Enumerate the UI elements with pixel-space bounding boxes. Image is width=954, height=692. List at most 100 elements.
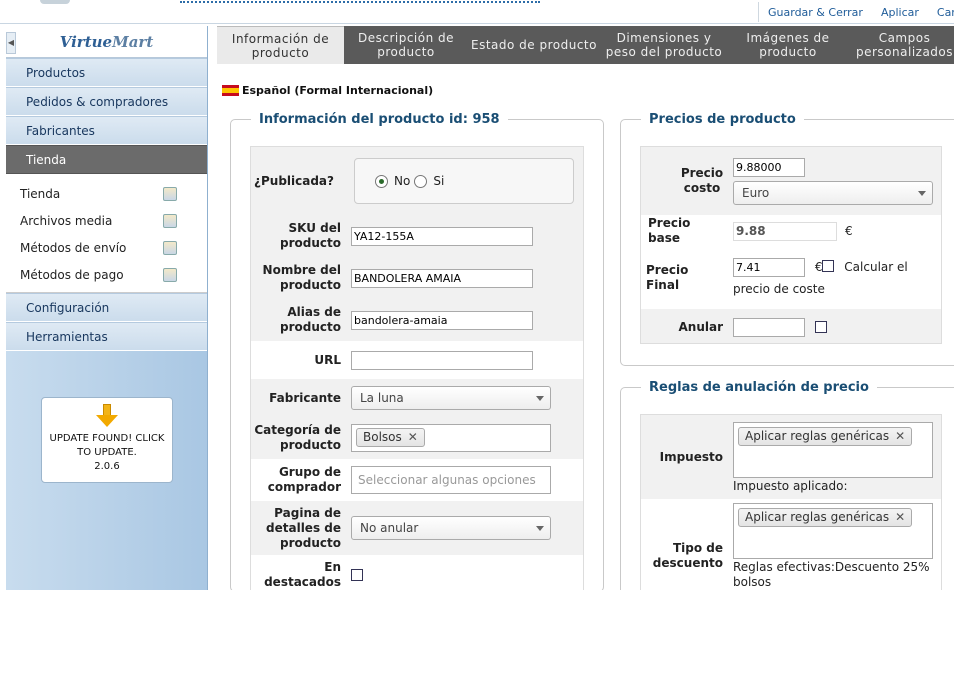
toolbar: Guardar & Cerrar Aplicar Cancela (758, 2, 954, 22)
tab-label: producto (377, 45, 435, 59)
tab-campos[interactable]: Campos personalizados (848, 26, 954, 64)
override-row: Anular (641, 309, 941, 345)
final-price-currency: € (814, 260, 823, 274)
sidebar-item-configuracion[interactable]: Configuración (6, 293, 207, 322)
discount-controls: Aplicar reglas genéricas ✕ Reglas efectiv… (733, 503, 933, 590)
tax-rules-multiselect[interactable]: Aplicar reglas genéricas ✕ (733, 421, 933, 478)
final-price-input[interactable] (733, 258, 805, 277)
cost-price-input[interactable] (733, 157, 805, 177)
published-row: ¿Publicada? No Si (251, 147, 583, 215)
manufacturer-row: Fabricante La luna (251, 379, 583, 417)
sidebar-item-productos[interactable]: Productos (6, 58, 207, 87)
product-tabs: Información de producto Descripción de pro… (217, 26, 954, 64)
tax-applied-note: Impuesto aplicado: (733, 478, 848, 493)
alias-input[interactable] (351, 310, 533, 330)
shopper-group-multiselect[interactable]: Seleccionar algunas opciones (351, 466, 551, 494)
sidebar-item-pedidos[interactable]: Pedidos & compradores (6, 87, 207, 116)
url-input[interactable] (351, 350, 533, 370)
calculate-cost-label: Calcular el (844, 260, 908, 274)
discount-rule-chip: Aplicar reglas genéricas ✕ (738, 508, 913, 527)
tab-dimensiones[interactable]: Dimensiones y peso del producto (600, 26, 728, 64)
group-row: Grupo de comprador Seleccionar algunas op… (251, 459, 583, 501)
media-files-icon (163, 213, 177, 228)
chevron-down-icon (918, 190, 926, 196)
chevron-down-icon (536, 396, 544, 401)
update-line2: TO UPDATE. (77, 447, 137, 458)
product-info-legend: Información del producto id: 958 (259, 112, 500, 127)
prices-table: Preciocosto Euro Precio base € Precio Fi… (640, 146, 942, 344)
published-yes-radio[interactable] (414, 174, 428, 188)
store-icon (163, 186, 177, 201)
override-price-input[interactable] (733, 317, 805, 337)
override-label: Anular (678, 319, 723, 334)
tax-controls: Aplicar reglas genéricas ✕ Impuesto aplic… (733, 421, 933, 493)
update-notice-button[interactable]: UPDATE FOUND! CLICK TO UPDATE. 2.0.6 (41, 397, 173, 483)
sidebar-item-herramientas[interactable]: Herramientas (6, 322, 207, 351)
apply-button[interactable]: Aplicar (872, 6, 928, 19)
override-checkbox[interactable] (815, 321, 827, 333)
collapse-sidebar-icon[interactable]: ◀ (6, 32, 16, 54)
submenu-item-tienda[interactable]: Tienda (6, 180, 207, 207)
sku-input[interactable] (351, 226, 533, 246)
product-name-input[interactable] (351, 268, 533, 288)
price-rules-table: Impuesto Aplicar reglas genéricas ✕ Impue… (640, 414, 942, 590)
virtuemart-logo: VirtueMart (59, 32, 154, 51)
remove-chip-icon[interactable]: ✕ (408, 430, 418, 444)
chip-label: Bolsos (363, 430, 402, 444)
submenu-label: Archivos media (20, 213, 113, 228)
category-multiselect[interactable]: Bolsos ✕ (351, 424, 551, 452)
name-row: Nombre del producto (251, 257, 583, 299)
featured-label: En destacados (264, 560, 341, 589)
manufacturer-label: Fabricante (269, 390, 341, 405)
submenu-item-shipping[interactable]: Métodos de envío (6, 234, 207, 261)
remove-chip-icon[interactable]: ✕ (895, 510, 905, 524)
tienda-submenu: Tienda Archivos media Métodos de envío M… (6, 174, 207, 293)
language-label: Español (Formal Internacional) (242, 84, 434, 97)
truck-icon (163, 240, 177, 255)
tab-descripcion[interactable]: Descripción de producto (344, 26, 468, 64)
remove-chip-icon[interactable]: ✕ (895, 429, 905, 443)
name-label: Nombre del producto (262, 263, 341, 292)
cancel-button[interactable]: Cancela (928, 6, 954, 19)
update-version: 2.0.6 (94, 461, 120, 472)
currency-select[interactable]: Euro (733, 180, 933, 205)
detail-page-select[interactable]: No anular (351, 516, 551, 540)
tab-estado[interactable]: Estado de producto (468, 26, 600, 64)
discount-rules-multiselect[interactable]: Aplicar reglas genéricas ✕ (733, 503, 933, 559)
spain-flag-icon (222, 85, 239, 96)
payment-icon (163, 267, 177, 282)
published-label: ¿Publicada? (254, 173, 334, 188)
tab-label: Descripción de (357, 31, 455, 45)
tab-label: Información de (231, 31, 330, 46)
site-logo-fragment (40, 0, 70, 4)
final-price-row: Precio Final € Calcular el precio de cos… (641, 247, 941, 309)
save-close-button[interactable]: Guardar & Cerrar (759, 6, 872, 19)
manufacturer-select[interactable]: La luna (351, 386, 551, 410)
base-price-currency: € (845, 224, 853, 238)
tab-label: producto (759, 45, 817, 59)
sidebar: ◀ VirtueMart Productos Pedidos & comprad… (6, 26, 208, 590)
discount-row: Tipo de descuento Aplicar reglas genérica… (641, 499, 941, 590)
featured-checkbox[interactable] (351, 569, 363, 581)
detail-page-row: Pagina de detalles de producto No anular (251, 501, 583, 555)
submenu-label: Métodos de envío (20, 240, 127, 255)
calculate-cost-checkbox[interactable] (822, 260, 835, 272)
submenu-item-payment[interactable]: Métodos de pago (6, 261, 207, 288)
sidebar-item-tienda[interactable]: Tienda (6, 145, 207, 174)
tax-rule-chip: Aplicar reglas genéricas ✕ (738, 426, 913, 446)
detail-page-label: Pagina de detalles de producto (266, 505, 341, 550)
update-line1: UPDATE FOUND! CLICK (49, 433, 165, 444)
sidebar-logo: ◀ VirtueMart (6, 26, 207, 58)
chip-label: Aplicar reglas genéricas (745, 428, 890, 443)
tab-imagenes[interactable]: Imágenes de producto (728, 26, 848, 64)
alias-label: Alias de producto (280, 305, 341, 334)
chip-label: Aplicar reglas genéricas (745, 510, 890, 524)
effective-rules-note: Reglas efectivas:Descuento 25% bolsos (733, 560, 930, 589)
tab-label: producto (251, 45, 310, 60)
category-row: Categoría de producto Bolsos ✕ (251, 417, 583, 459)
submenu-item-media[interactable]: Archivos media (6, 207, 207, 234)
published-no-radio[interactable] (375, 174, 388, 188)
tab-informacion[interactable]: Información de producto (217, 26, 344, 64)
sidebar-item-fabricantes[interactable]: Fabricantes (6, 116, 207, 145)
tab-label: Imágenes de (746, 31, 830, 45)
